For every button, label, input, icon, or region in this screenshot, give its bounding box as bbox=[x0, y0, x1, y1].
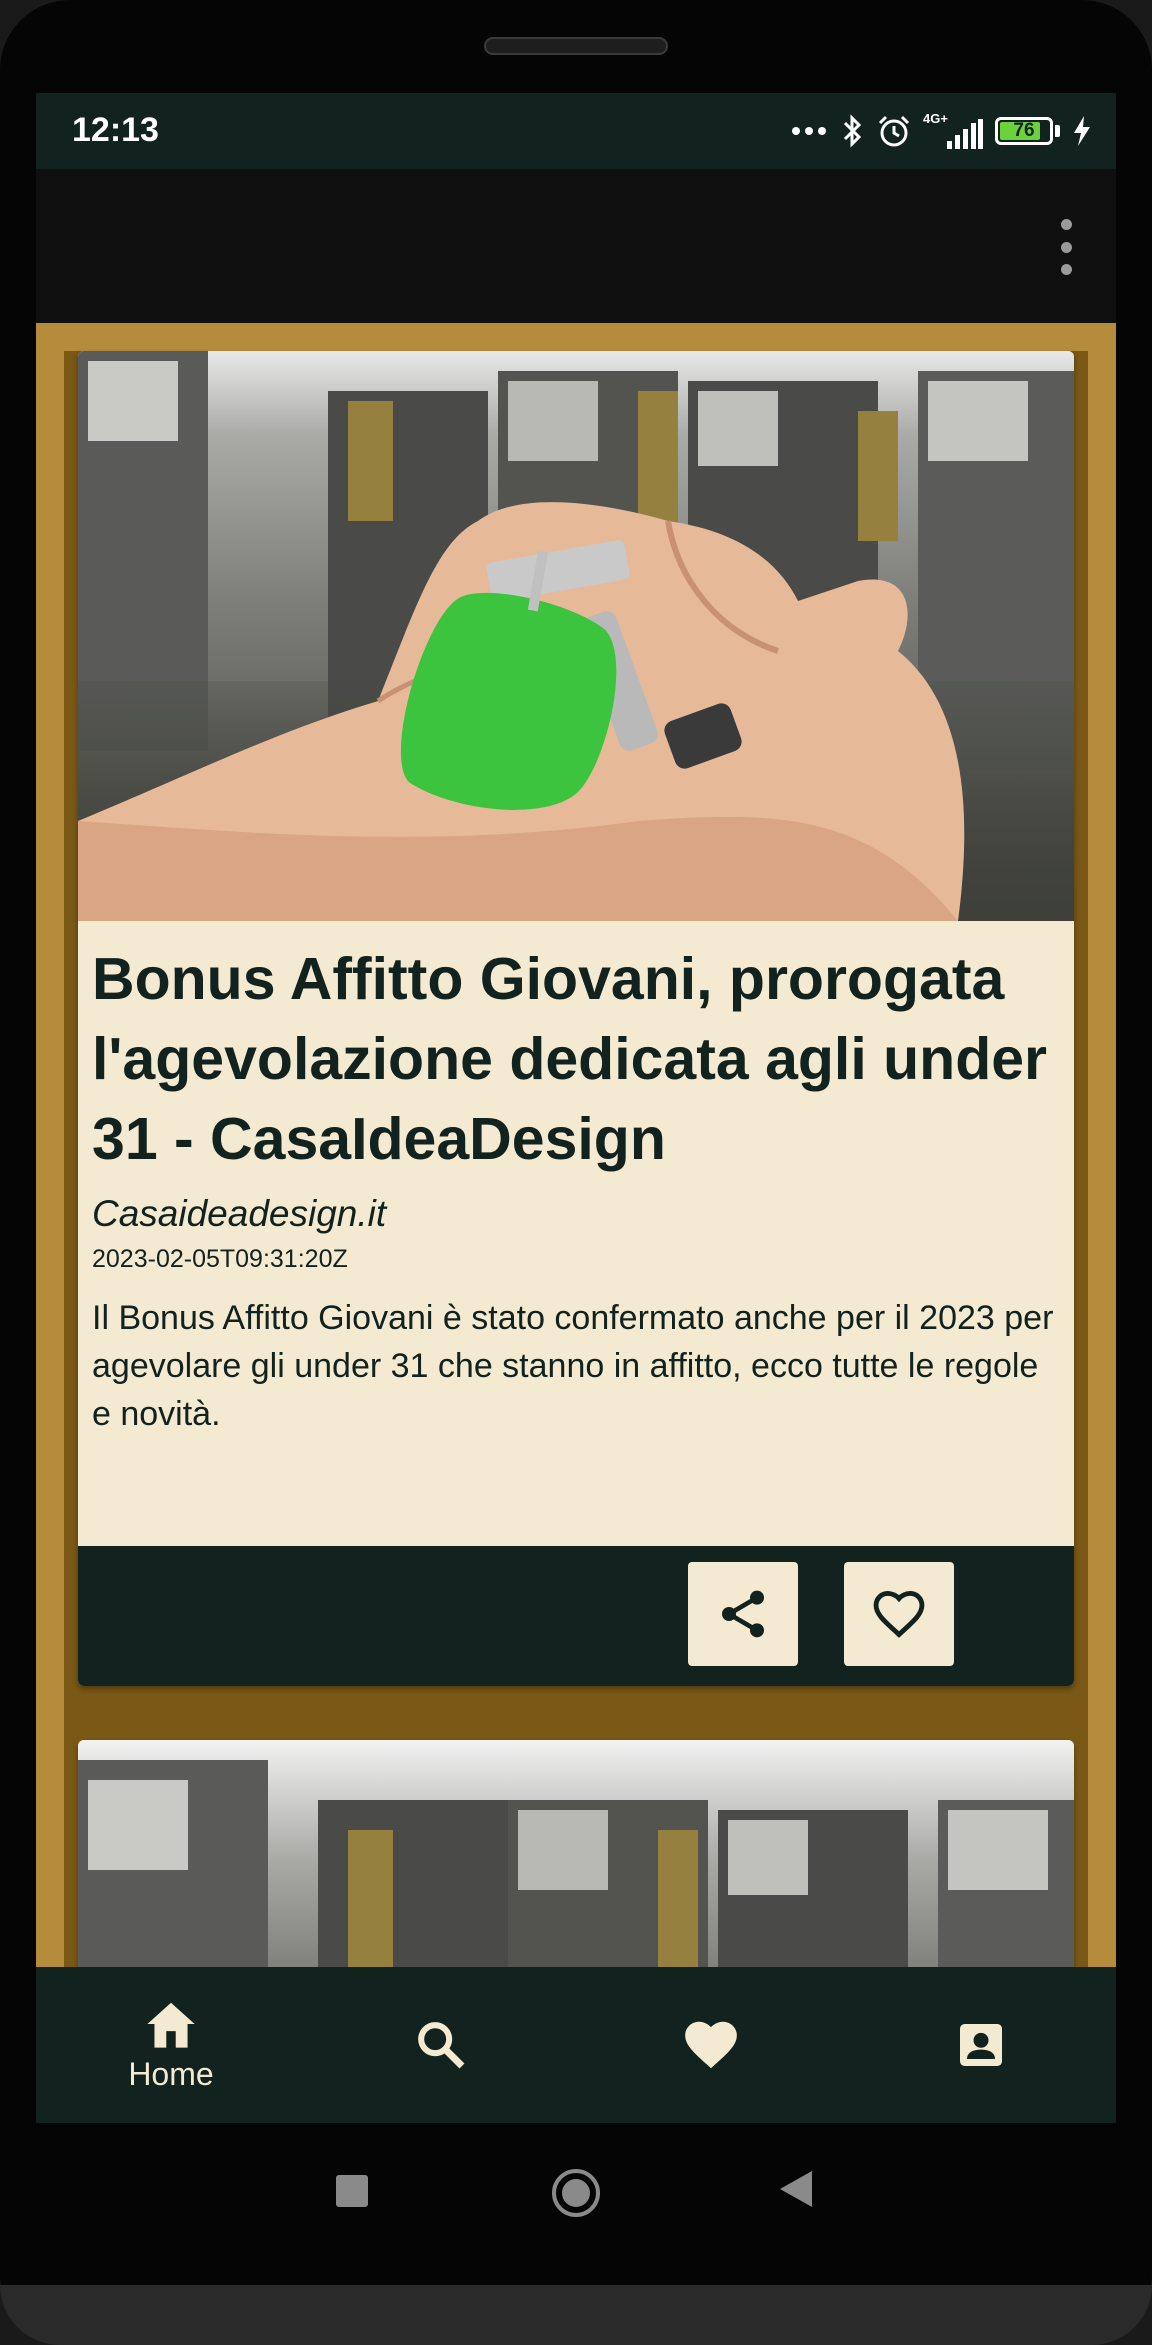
news-feed[interactable]: Bonus Affitto Giovani, prorogata l'agevo… bbox=[36, 323, 1116, 1967]
charging-icon bbox=[1074, 116, 1090, 146]
battery-percent: 76 bbox=[1013, 120, 1035, 141]
heart-icon bbox=[685, 2021, 737, 2069]
nav-item-search[interactable] bbox=[306, 1967, 576, 2123]
recents-square-icon[interactable] bbox=[336, 2175, 368, 2207]
earpiece-speaker bbox=[484, 37, 668, 55]
back-triangle-icon[interactable] bbox=[780, 2171, 812, 2207]
nav-label-home: Home bbox=[128, 2055, 214, 2092]
signal-icon bbox=[947, 119, 983, 149]
search-icon bbox=[418, 2022, 465, 2069]
battery-tip bbox=[1055, 125, 1060, 137]
article-card[interactable] bbox=[78, 1740, 1074, 1967]
article-source: Casaideadesign.it bbox=[92, 1193, 387, 1234]
status-icons: 4G+ 76 bbox=[791, 109, 1092, 153]
more-dots-icon bbox=[792, 127, 826, 135]
alarm-icon bbox=[878, 115, 910, 147]
heart-outline-icon bbox=[873, 1591, 925, 1638]
bottom-navigation: Home bbox=[36, 1967, 1116, 2123]
home-icon bbox=[147, 2002, 195, 2048]
account-box-icon bbox=[960, 2024, 1002, 2066]
network-type: 4G+ bbox=[923, 111, 948, 126]
system-navigation bbox=[0, 2123, 1152, 2253]
article-card[interactable]: Bonus Affitto Giovani, prorogata l'agevo… bbox=[78, 351, 1074, 1686]
nav-item-home[interactable]: Home bbox=[36, 1967, 306, 2123]
article-body[interactable]: Bonus Affitto Giovani, prorogata l'agevo… bbox=[92, 921, 1062, 1438]
article-description: Il Bonus Affitto Giovani è stato conferm… bbox=[92, 1299, 1054, 1433]
home-circle-icon[interactable] bbox=[552, 2169, 600, 2217]
share-button[interactable] bbox=[688, 1562, 798, 1666]
status-bar: 12:13 4G+ 76 bbox=[36, 93, 1116, 169]
phone-bottom-edge bbox=[0, 2285, 1152, 2345]
bluetooth-icon bbox=[843, 114, 862, 148]
nav-item-favorites[interactable] bbox=[576, 1967, 846, 2123]
article-title[interactable]: Bonus Affitto Giovani, prorogata l'agevo… bbox=[92, 921, 1062, 1179]
article-actions bbox=[78, 1546, 1074, 1686]
phone-frame: 12:13 4G+ 76 Bonus Affitto Giovani, pror… bbox=[0, 0, 1152, 2345]
screen: 12:13 4G+ 76 Bonus Affitto Giovani, pror… bbox=[36, 93, 1116, 2123]
battery-body: 76 bbox=[995, 117, 1053, 145]
nav-item-account[interactable] bbox=[846, 1967, 1116, 2123]
app-bar bbox=[36, 169, 1116, 323]
status-time: 12:13 bbox=[72, 111, 159, 149]
share-icon bbox=[722, 1590, 764, 1638]
more-vertical-icon[interactable] bbox=[1056, 219, 1076, 275]
article-image[interactable] bbox=[78, 1740, 1074, 1967]
article-image[interactable] bbox=[78, 351, 1074, 921]
article-date: 2023-02-05T09:31:20Z bbox=[92, 1245, 348, 1273]
keys-in-hand-image bbox=[78, 502, 965, 921]
feed-top-band bbox=[36, 323, 1116, 351]
battery-icon: 76 bbox=[995, 117, 1060, 145]
favorite-button[interactable] bbox=[844, 1562, 954, 1666]
signal-indicator: 4G+ bbox=[923, 111, 983, 149]
